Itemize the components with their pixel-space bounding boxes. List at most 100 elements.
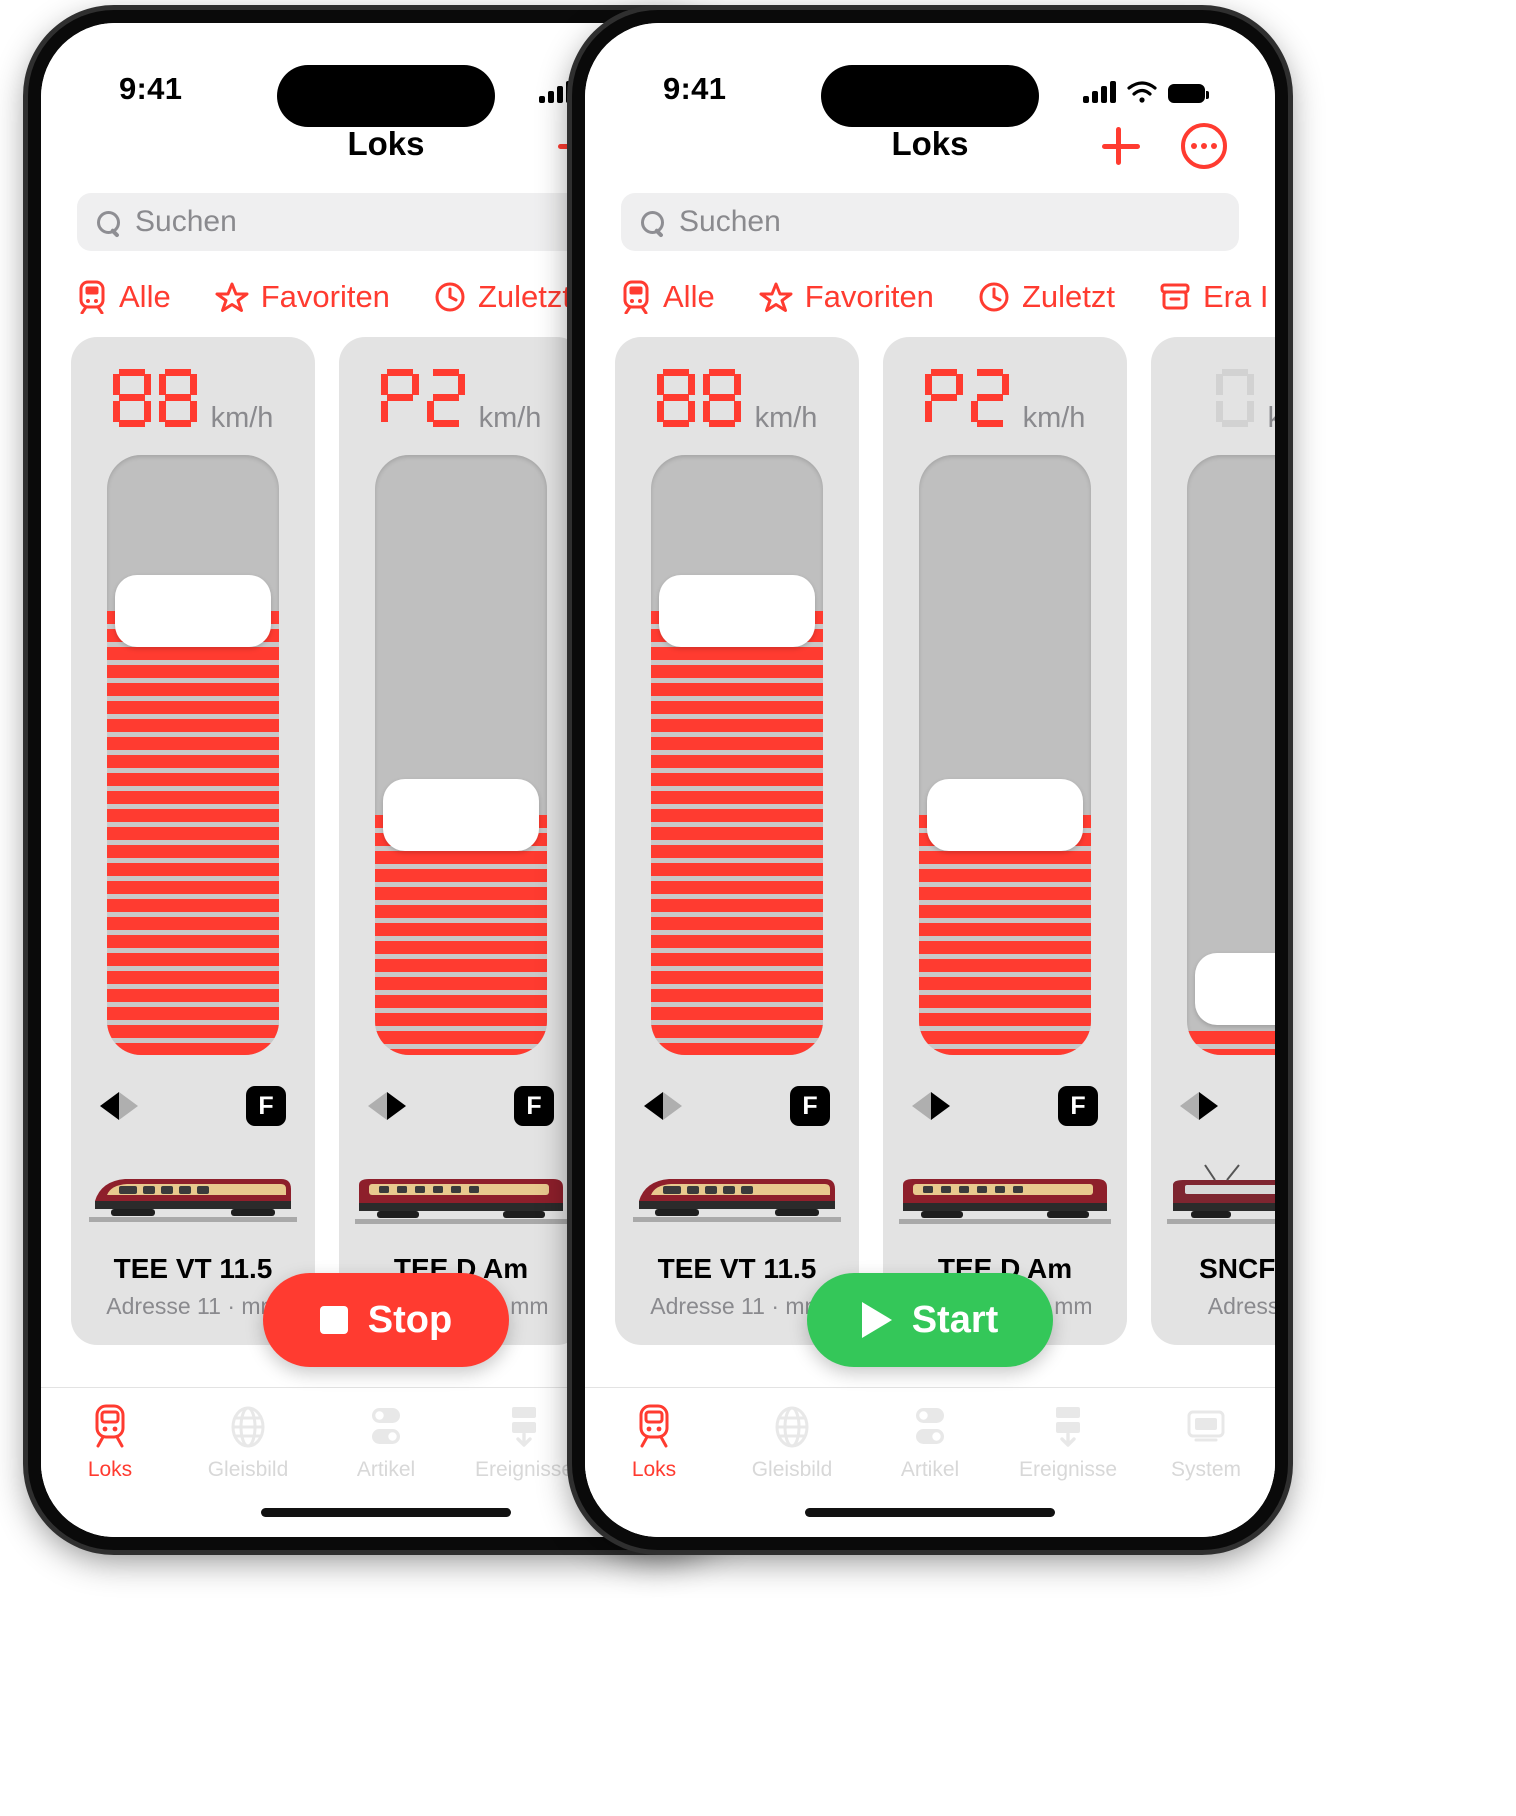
nav-bar-right: Loks: [585, 119, 1275, 193]
seven-segment-digit: [702, 369, 741, 427]
tram-icon: [79, 280, 105, 314]
speed-readout: km/h: [112, 369, 273, 439]
speed-slider[interactable]: [1187, 455, 1275, 1055]
arrow-down-to-line-icon: [512, 1407, 536, 1447]
tab-label: Artikel: [356, 1458, 416, 1481]
slider-fill: [651, 611, 823, 1055]
filter-chip-label: Alle: [663, 279, 715, 314]
tab-gleisbild[interactable]: Gleisbild: [179, 1404, 317, 1482]
filter-chip-favoriten[interactable]: Favoriten: [759, 279, 934, 315]
loco-name: TEE VT 11.5: [657, 1253, 817, 1284]
tab-label: Loks: [631, 1458, 677, 1481]
seven-segment-digit: [1215, 369, 1254, 427]
function-button[interactable]: F: [514, 1086, 554, 1126]
slider-knob[interactable]: [383, 779, 539, 851]
loco-card[interactable]: km/h F: [1151, 337, 1275, 1345]
direction-toggle[interactable]: [1180, 1092, 1218, 1120]
direction-forward-icon[interactable]: [1199, 1092, 1218, 1120]
tab-artikel[interactable]: Artikel: [317, 1404, 455, 1482]
loco-controls[interactable]: F: [1180, 1083, 1275, 1129]
star-icon: [759, 282, 793, 312]
direction-backward-icon[interactable]: [644, 1092, 663, 1120]
start-button[interactable]: Start: [807, 1273, 1053, 1367]
direction-backward-icon[interactable]: [1180, 1092, 1199, 1120]
tab-loks[interactable]: Loks: [585, 1404, 723, 1482]
play-triangle-icon: [861, 1302, 892, 1338]
speed-slider[interactable]: [375, 455, 547, 1055]
filter-chip-row-right[interactable]: Alle Favoriten Zuletzt Era I: [585, 251, 1275, 337]
slider-knob[interactable]: [115, 575, 271, 647]
tab-gleisbild[interactable]: Gleisbild: [723, 1404, 861, 1482]
direction-toggle[interactable]: [368, 1092, 406, 1120]
loco-controls[interactable]: F: [100, 1083, 286, 1129]
loco-card-list-right[interactable]: km/h F TEE VT 11.5 Adresse 11 · mm km/h …: [585, 337, 1275, 1345]
filter-chip-alle[interactable]: Alle: [77, 279, 171, 315]
direction-forward-icon[interactable]: [119, 1092, 138, 1120]
direction-toggle[interactable]: [100, 1092, 138, 1120]
tab-label: Loks: [87, 1458, 133, 1481]
loco-image: [353, 1155, 569, 1231]
tab-loks[interactable]: Loks: [41, 1404, 179, 1482]
filter-chip-zuletzt[interactable]: Zuletzt: [978, 279, 1115, 315]
plus-icon[interactable]: [1099, 124, 1143, 168]
loco-image: [85, 1155, 301, 1231]
filter-chip-label: Era I: [1202, 279, 1269, 314]
search-placeholder: Suchen: [135, 205, 237, 238]
direction-toggle[interactable]: [912, 1092, 950, 1120]
switches-icon: [372, 1408, 400, 1444]
tab-system[interactable]: System: [1137, 1404, 1275, 1482]
speed-readout: km/h: [924, 369, 1085, 439]
function-button[interactable]: F: [1058, 1086, 1098, 1126]
phone-right: 9:41 Loks Suchen Alle Favoriten Zuletzt …: [572, 10, 1288, 1550]
direction-backward-icon[interactable]: [368, 1092, 387, 1120]
filter-chip-label: Favoriten: [260, 279, 390, 314]
home-indicator: [261, 1508, 511, 1517]
slider-knob[interactable]: [927, 779, 1083, 851]
tab-ereignisse[interactable]: Ereignisse: [999, 1404, 1137, 1482]
filter-chip-era[interactable]: Era I: [1159, 279, 1268, 315]
speed-slider[interactable]: [651, 455, 823, 1055]
loco-card[interactable]: km/h F: [339, 337, 583, 1345]
cellular-bars-icon: [1083, 81, 1116, 103]
filter-chip-label: Favoriten: [804, 279, 934, 314]
direction-backward-icon[interactable]: [912, 1092, 931, 1120]
loco-name: SNCF CC 4: [1199, 1253, 1275, 1284]
filter-chip-alle[interactable]: Alle: [621, 279, 715, 315]
function-button[interactable]: F: [246, 1086, 286, 1126]
direction-toggle[interactable]: [644, 1092, 682, 1120]
page-title: Loks: [347, 125, 425, 162]
loco-card[interactable]: km/h F: [883, 337, 1127, 1345]
slider-knob[interactable]: [659, 575, 815, 647]
search-input[interactable]: Suchen: [621, 193, 1239, 251]
loco-card[interactable]: km/h F: [615, 337, 859, 1345]
clock-icon: [979, 282, 1009, 312]
direction-forward-icon[interactable]: [931, 1092, 950, 1120]
speed-readout: km/h: [656, 369, 817, 439]
tab-artikel[interactable]: Artikel: [861, 1404, 999, 1482]
status-bar-right: 9:41: [585, 23, 1275, 127]
filter-chip-label: Zuletzt: [1021, 279, 1115, 314]
function-button[interactable]: F: [790, 1086, 830, 1126]
loco-controls[interactable]: F: [912, 1083, 1098, 1129]
filter-chip-zuletzt[interactable]: Zuletzt: [434, 279, 571, 315]
slider-knob[interactable]: [1195, 953, 1275, 1025]
speed-slider[interactable]: [107, 455, 279, 1055]
loco-card[interactable]: km/h F: [71, 337, 315, 1345]
filter-chip-label: Zuletzt: [477, 279, 571, 314]
wifi-icon: [1127, 81, 1157, 103]
nav-actions-right: [1099, 123, 1227, 169]
seven-segment-digit: [970, 369, 1009, 427]
filter-chip-favoriten[interactable]: Favoriten: [215, 279, 390, 315]
direction-backward-icon[interactable]: [100, 1092, 119, 1120]
arrow-down-to-line-icon: [1056, 1407, 1080, 1447]
loco-controls[interactable]: F: [644, 1083, 830, 1129]
stop-button[interactable]: Stop: [263, 1273, 509, 1367]
loco-controls[interactable]: F: [368, 1083, 554, 1129]
status-time: 9:41: [119, 71, 183, 106]
slider-fill: [919, 815, 1091, 1055]
speed-slider[interactable]: [919, 455, 1091, 1055]
ellipsis-circle-icon[interactable]: [1181, 123, 1227, 169]
direction-forward-icon[interactable]: [663, 1092, 682, 1120]
direction-forward-icon[interactable]: [387, 1092, 406, 1120]
search-placeholder: Suchen: [679, 205, 781, 238]
